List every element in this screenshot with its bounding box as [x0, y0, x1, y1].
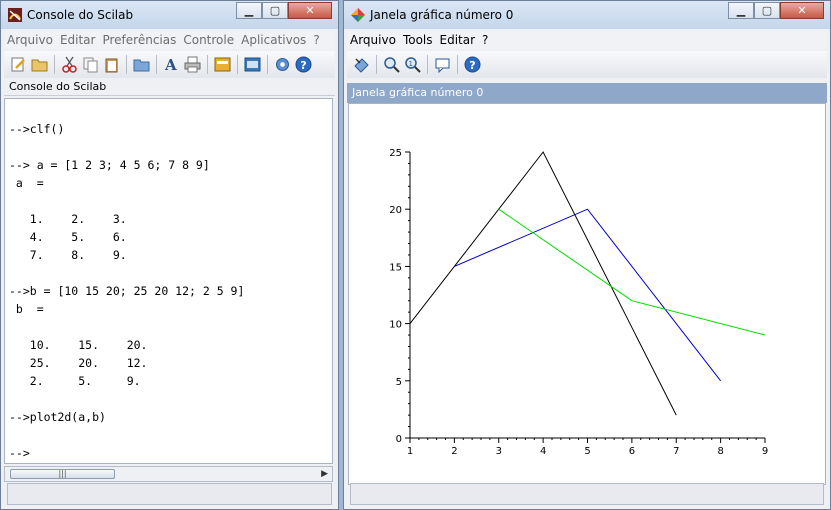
clear-console-icon[interactable] [213, 55, 232, 74]
graphic-window-icon [351, 8, 365, 22]
toolbar-separator [376, 55, 377, 74]
menu-bar: Arquivo Tools Editar ? [347, 31, 827, 49]
menu-aplicativos[interactable]: Aplicativos [241, 33, 306, 47]
toolbar-separator [427, 55, 428, 74]
window-title: Console do Scilab [27, 8, 134, 22]
svg-text:?: ? [300, 59, 306, 72]
menu-help[interactable]: ? [313, 33, 319, 47]
console-toolbar: A ? [4, 51, 335, 78]
x-tick-label: 1 [407, 446, 413, 457]
console-output[interactable]: -->clf() --> a = [1 2 3; 4 5 6; 7 8 9] a… [4, 98, 333, 464]
scrollbar-thumb[interactable]: ||| [10, 469, 115, 479]
menu-controle[interactable]: Controle [183, 33, 234, 47]
horizontal-scrollbar[interactable]: ||| ▶ [4, 466, 333, 482]
x-tick-label: 7 [673, 446, 679, 457]
toolbar-separator [267, 55, 268, 74]
copy-icon[interactable] [81, 55, 100, 74]
plot-canvas[interactable]: 1 2 3 4 5 6 7 8 9 0 5 10 15 20 25 [348, 103, 826, 485]
console-title-bar[interactable]: Console do Scilab ▁ ▢ ✕ [1, 1, 338, 29]
unzoom-icon[interactable]: 1 [403, 55, 422, 74]
status-bar [350, 483, 824, 505]
new-script-icon[interactable] [9, 55, 28, 74]
rotate-icon[interactable] [352, 55, 371, 74]
maximize-button[interactable]: ▢ [262, 2, 288, 19]
x-tick-label: 9 [762, 446, 768, 457]
x-tick-label: 5 [584, 446, 590, 457]
scroll-right-arrow-icon[interactable]: ▶ [321, 469, 328, 479]
change-directory-icon[interactable] [132, 55, 151, 74]
x-tick-label: 8 [717, 446, 723, 457]
y-tick-label: 20 [389, 205, 402, 216]
menu-tools[interactable]: Tools [403, 33, 433, 47]
menu-help[interactable]: ? [482, 33, 488, 47]
series-line-1 [409, 151, 677, 416]
toolbar-separator [457, 55, 458, 74]
menu-preferencias[interactable]: Preferências [102, 33, 176, 47]
graphic-window: Janela gráfica número 0 ▁ ▢ ✕ Arquivo To… [343, 0, 831, 510]
modules-icon[interactable] [273, 55, 292, 74]
paste-icon[interactable] [102, 55, 121, 74]
datatip-icon[interactable] [433, 55, 452, 74]
window-title: Janela gráfica número 0 [370, 8, 514, 22]
minimize-button[interactable]: ▁ [728, 2, 754, 19]
scilab-logo-icon [8, 8, 22, 22]
x-tick-label: 4 [540, 446, 546, 457]
toolbar-separator [237, 55, 238, 74]
maximize-button[interactable]: ▢ [754, 2, 780, 19]
toolbar-separator [126, 55, 127, 74]
svg-text:A: A [164, 56, 177, 73]
close-button[interactable]: ✕ [780, 2, 824, 19]
x-tick-label: 3 [496, 446, 502, 457]
y-tick-label: 0 [396, 434, 402, 445]
status-bar [7, 483, 332, 505]
menu-arquivo[interactable]: Arquivo [7, 33, 53, 47]
font-icon[interactable]: A [162, 55, 181, 74]
x-tick-label: 2 [451, 446, 457, 457]
console-tab-header: Console do Scilab [4, 78, 335, 96]
x-tick-label: 6 [629, 446, 635, 457]
toolbar-separator [54, 55, 55, 74]
minimize-button[interactable]: ▁ [236, 2, 262, 19]
y-tick-label: 10 [389, 320, 402, 331]
graphic-tab-header: Janela gráfica número 0 [347, 83, 827, 103]
y-tick-label: 5 [396, 377, 402, 388]
toolbar-separator [156, 55, 157, 74]
console-text: -->clf() --> a = [1 2 3; 4 5 6; 7 8 9] a… [9, 122, 245, 460]
help-icon[interactable]: ? [294, 55, 313, 74]
menu-editar[interactable]: Editar [60, 33, 96, 47]
svg-text:?: ? [469, 59, 475, 72]
close-button[interactable]: ✕ [288, 2, 332, 19]
console-window: Console do Scilab ▁ ▢ ✕ Arquivo Editar P… [0, 0, 339, 510]
series-line-3 [498, 208, 766, 336]
series-line-2 [454, 208, 722, 382]
graphic-toolbar: 1 ? [347, 51, 827, 78]
menu-editar[interactable]: Editar [440, 33, 476, 47]
zoom-icon[interactable] [382, 55, 401, 74]
graphic-title-bar[interactable]: Janela gráfica número 0 ▁ ▢ ✕ [344, 1, 830, 29]
toolbar-separator [207, 55, 208, 74]
menu-arquivo[interactable]: Arquivo [350, 33, 396, 47]
y-tick-label: 25 [389, 148, 402, 159]
print-icon[interactable] [183, 55, 202, 74]
svg-text:1: 1 [409, 60, 413, 68]
clear-history-icon[interactable] [243, 55, 262, 74]
help-icon[interactable]: ? [463, 55, 482, 74]
menu-bar: Arquivo Editar Preferências Controle Apl… [4, 31, 335, 49]
cut-icon[interactable] [60, 55, 79, 74]
plot-svg: 1 2 3 4 5 6 7 8 9 0 5 10 15 20 25 [389, 148, 768, 457]
y-tick-label: 15 [389, 262, 402, 273]
open-file-icon[interactable] [30, 55, 49, 74]
